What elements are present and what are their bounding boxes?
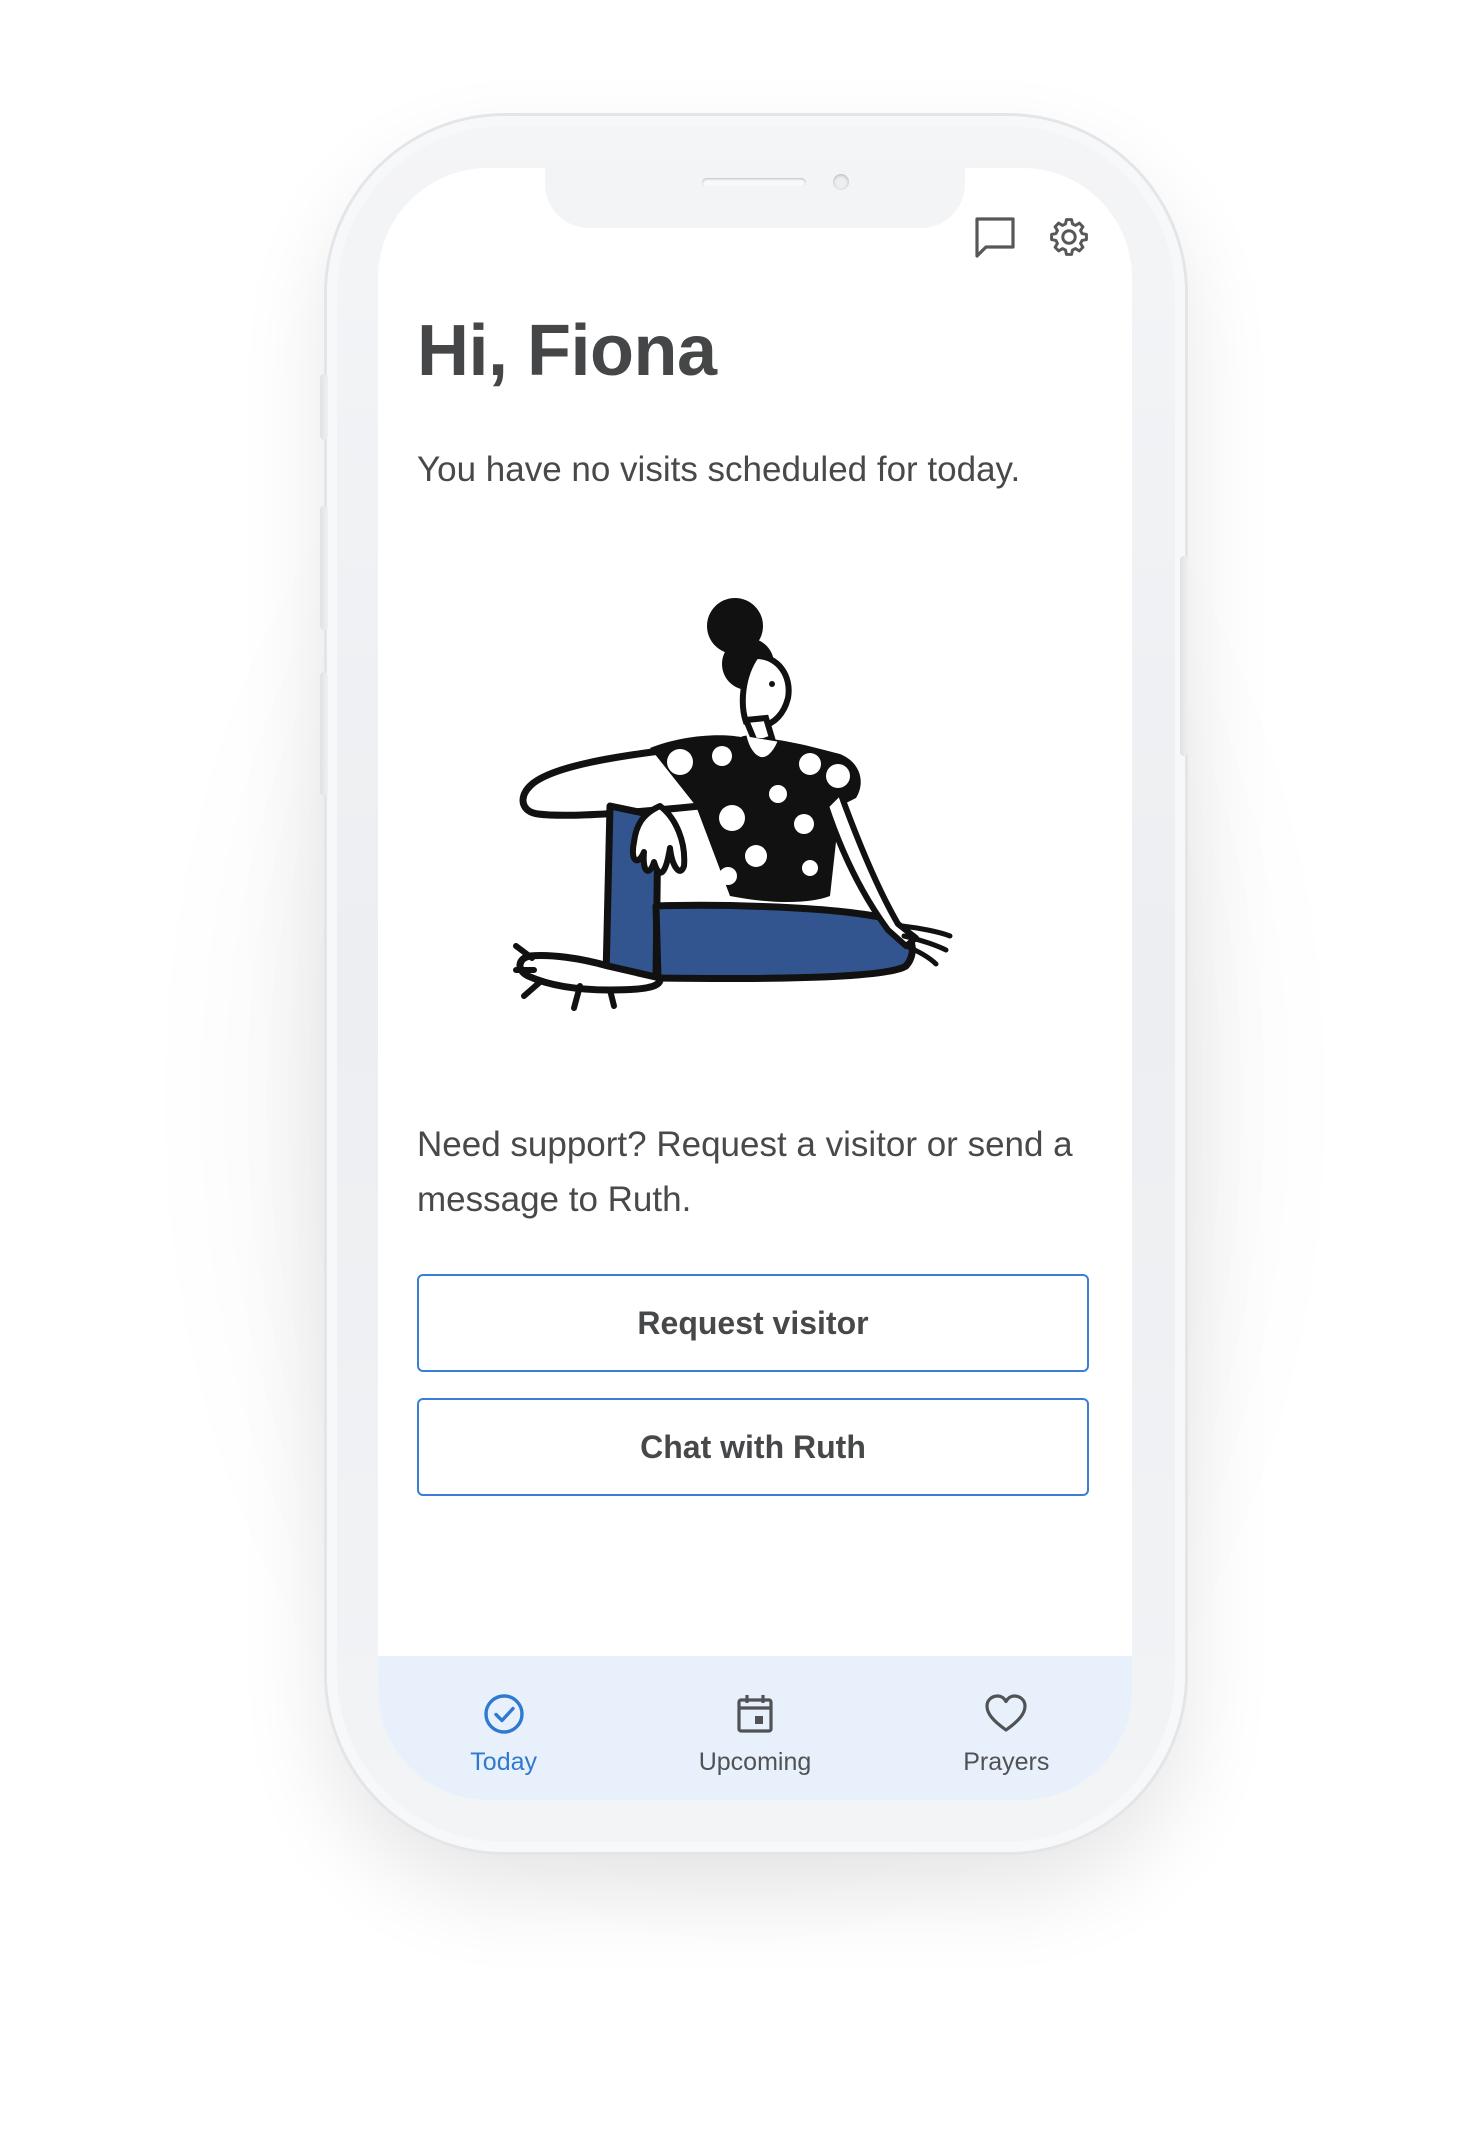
app-screen: Hi, Fiona You have no visits scheduled f… (378, 168, 1132, 1800)
tab-upcoming[interactable]: Upcoming (629, 1656, 880, 1800)
woman-sitting-illustration (510, 586, 1010, 1046)
volume-down-button (320, 672, 328, 796)
page-title: Hi, Fiona (417, 311, 717, 391)
chat-with-ruth-button[interactable]: Chat with Ruth (417, 1398, 1089, 1496)
mute-switch (320, 374, 328, 440)
visits-status-text: You have no visits scheduled for today. (417, 450, 1021, 489)
front-camera (833, 174, 849, 190)
chat-bubble-icon[interactable] (972, 214, 1018, 260)
notch (545, 168, 965, 228)
tab-upcoming-label: Upcoming (698, 1748, 812, 1776)
heart-icon (985, 1694, 1027, 1732)
check-circle-icon (483, 1694, 524, 1734)
header-actions (972, 214, 1092, 260)
power-button (1180, 556, 1188, 756)
bottom-tab-bar: Today Upcoming Prayers (378, 1656, 1132, 1800)
volume-up-button (320, 506, 328, 630)
earpiece-speaker (702, 178, 806, 187)
stage: Hi, Fiona You have no visits scheduled f… (0, 0, 1484, 2150)
tab-today-label: Today (470, 1748, 538, 1776)
tab-prayers-label: Prayers (963, 1748, 1050, 1776)
tab-prayers[interactable]: Prayers (881, 1656, 1132, 1800)
gear-icon[interactable] (1046, 214, 1092, 260)
tab-today[interactable]: Today (378, 1656, 629, 1800)
calendar-icon (737, 1695, 773, 1733)
request-visitor-button[interactable]: Request visitor (417, 1274, 1089, 1372)
support-text: Need support? Request a visitor or send … (417, 1125, 1073, 1219)
